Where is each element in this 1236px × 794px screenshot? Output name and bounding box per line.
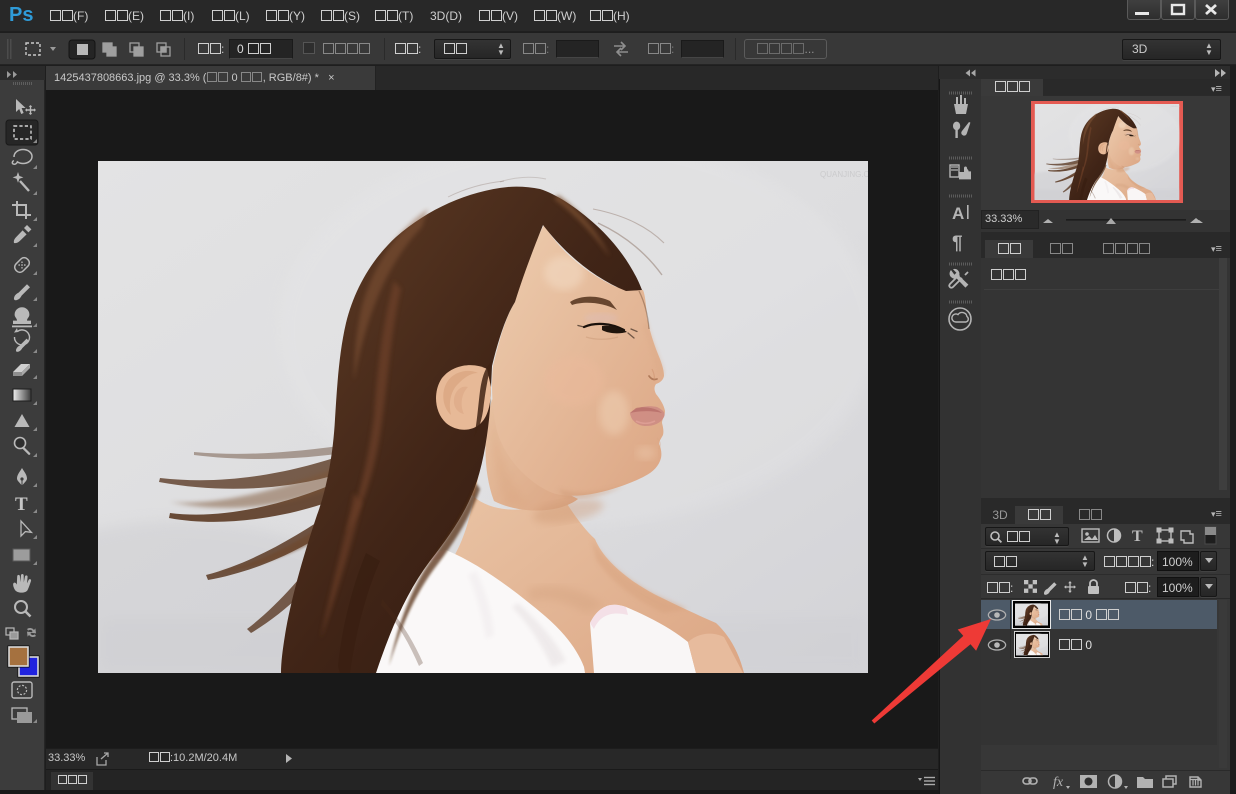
svg-text:fx: fx: [1053, 775, 1064, 789]
svg-text:QUANJING.COM: QUANJING.COM: [820, 170, 868, 179]
svg-text:T: T: [1132, 528, 1143, 545]
svg-text:T: T: [15, 494, 28, 515]
svg-text:A: A: [952, 204, 964, 223]
svg-text:¶: ¶: [952, 233, 963, 254]
